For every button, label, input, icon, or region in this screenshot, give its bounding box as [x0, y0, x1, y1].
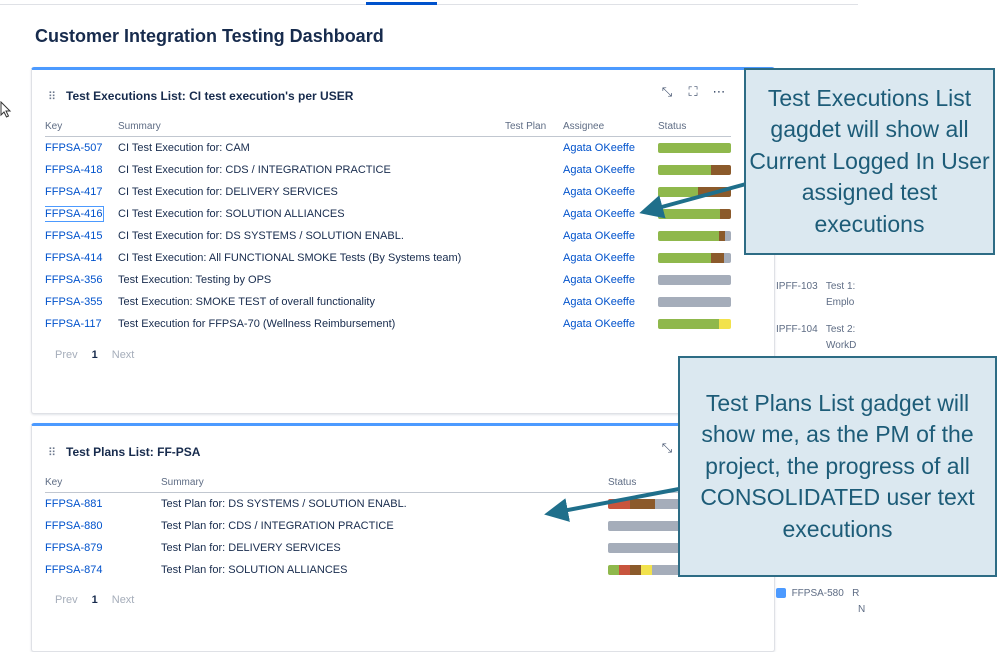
executions-arrow — [639, 182, 747, 219]
plans-callout: Test Plans List gadget will show me, as … — [678, 356, 997, 577]
plans-arrow — [544, 487, 680, 522]
executions-callout: Test Executions List gagdet will show al… — [744, 68, 995, 255]
